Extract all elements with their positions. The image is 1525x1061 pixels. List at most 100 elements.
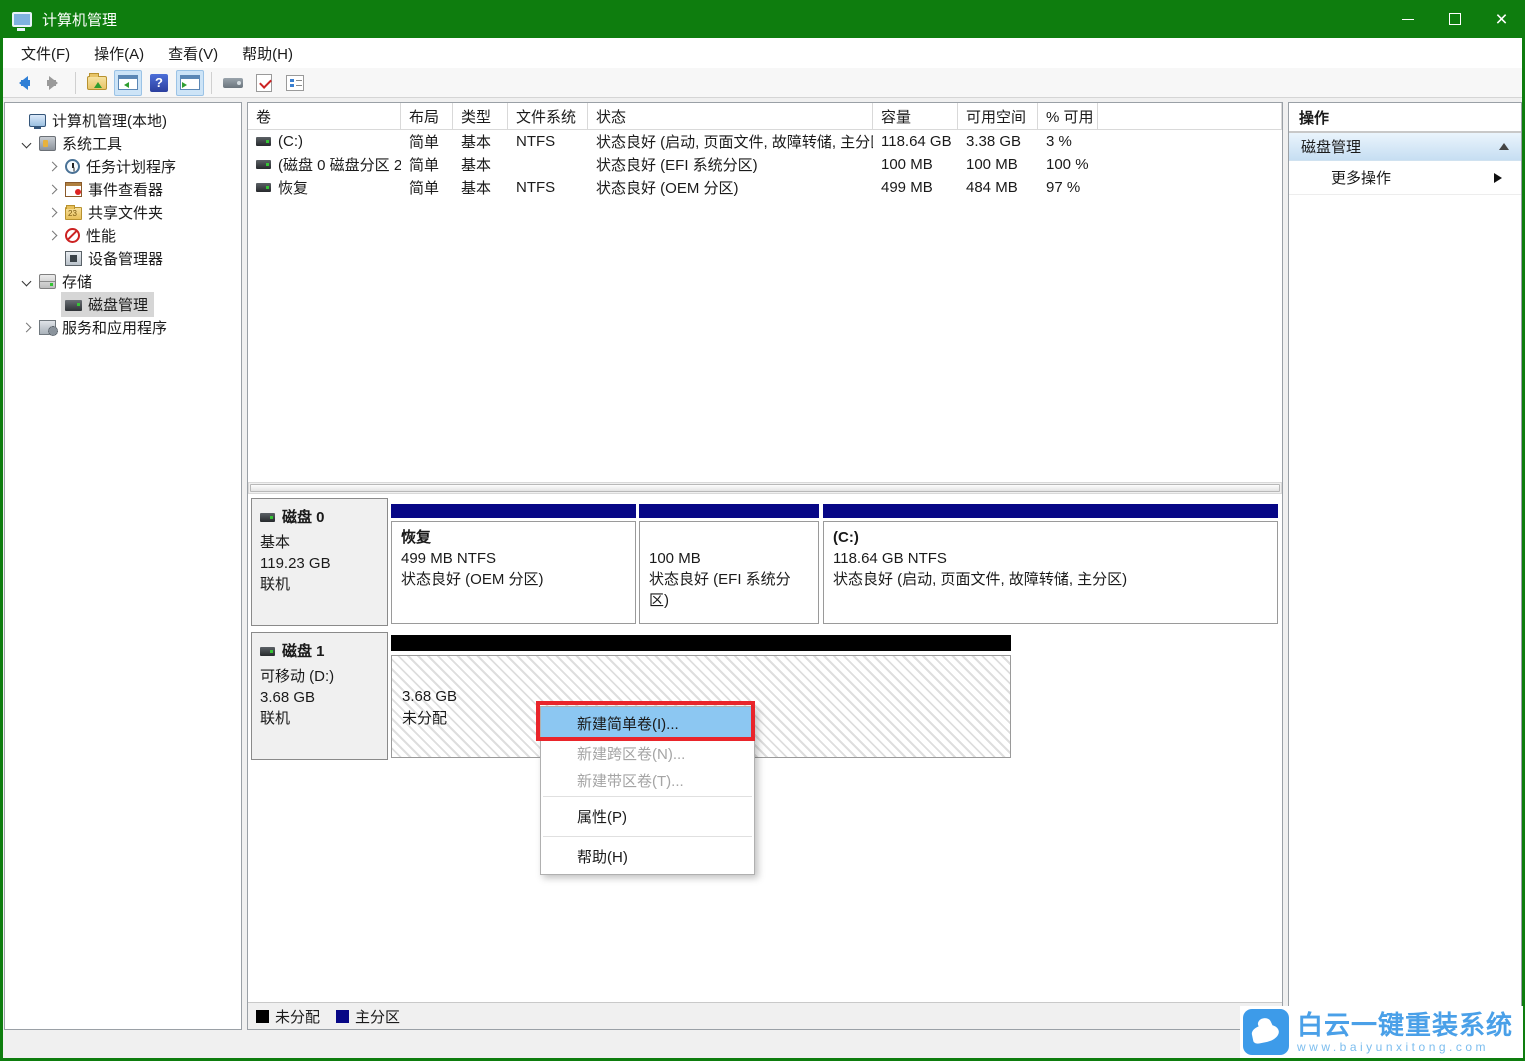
partition-info: 499 MB NTFS [401,548,626,569]
tree-item-label: 存储 [62,271,92,292]
back-button[interactable] [9,70,37,96]
disk-type: 可移动 (D:) [260,666,381,687]
disk-management-main-pane: 卷 布局 类型 文件系统 状态 容量 可用空间 % 可用 (C:) 简单 基本 … [247,102,1283,1030]
tree-item-label: 任务计划程序 [86,156,176,177]
chevron-down-icon[interactable] [21,277,31,287]
partition-status: 状态良好 (EFI 系统分区) [649,569,809,611]
volume-free-space: 100 MB [958,153,1038,176]
column-capacity[interactable]: 容量 [873,103,958,129]
menu-help[interactable]: 帮助(H) [230,39,305,68]
services-icon [39,320,56,335]
checklist-button[interactable] [281,70,309,96]
checklist-icon [286,75,304,91]
toggle-console-tree-button[interactable] [114,70,142,96]
chevron-right-icon[interactable] [47,185,57,195]
tree-item-label: 磁盘管理 [88,294,148,315]
help-button[interactable]: ? [145,70,173,96]
volume-status: 状态良好 (启动, 页面文件, 故障转储, 主分区) [588,130,873,153]
menu-file[interactable]: 文件(F) [9,39,82,68]
maximize-icon [1449,13,1461,25]
column-percent-free[interactable]: % 可用 [1038,103,1098,129]
partition-recovery[interactable]: 恢复 499 MB NTFS 状态良好 (OEM 分区) [391,498,636,626]
menu-item-new-striped-volume: 新建带区卷(T)... [541,767,754,794]
check-document-icon [256,74,272,92]
chevron-down-icon[interactable] [21,139,31,149]
watermark-title: 白云一键重装系统 [1297,1010,1513,1040]
tree-item-computer-management[interactable]: 计算机管理(本地) [5,109,241,132]
horizontal-scrollbar[interactable] [248,482,1282,494]
tree-item-system-tools[interactable]: 系统工具 [5,132,241,155]
partition-c[interactable]: (C:) 118.64 GB NTFS 状态良好 (启动, 页面文件, 故障转储… [823,498,1278,626]
forward-button[interactable] [40,70,68,96]
volume-row-c[interactable]: (C:) 简单 基本 NTFS 状态良好 (启动, 页面文件, 故障转储, 主分… [248,130,1282,153]
tree-item-storage[interactable]: 存储 [5,270,241,293]
toggle-action-pane-button[interactable] [176,70,204,96]
minimize-button[interactable] [1384,0,1431,38]
watermark: 白云一键重装系统 www.baiyunxitong.com [1240,1006,1523,1058]
tree-item-task-scheduler[interactable]: 任务计划程序 [5,155,241,178]
unallocated-label: 未分配 [402,708,457,730]
column-type[interactable]: 类型 [453,103,508,129]
bird-logo-icon [1243,1009,1289,1055]
column-layout[interactable]: 布局 [401,103,453,129]
tree-item-event-viewer[interactable]: 事件查看器 [5,178,241,201]
device-manager-icon [65,251,82,266]
disk-management-icon [65,300,82,311]
actions-title: 操作 [1289,103,1521,133]
close-button[interactable]: × [1478,0,1525,38]
volume-percent-free: 100 % [1038,153,1098,176]
chevron-right-icon[interactable] [47,162,57,172]
folder-up-icon [87,76,107,90]
chevron-right-icon[interactable] [21,323,31,333]
disk-tool-button[interactable] [219,70,247,96]
volume-row-efi[interactable]: (磁盘 0 磁盘分区 2) 简单 基本 状态良好 (EFI 系统分区) 100 … [248,153,1282,176]
volume-status: 状态良好 (EFI 系统分区) [588,153,873,176]
volume-free-space: 3.38 GB [958,130,1038,153]
tree-item-shared-folders[interactable]: 共享文件夹 [5,201,241,224]
partition-name: 恢复 [401,527,626,548]
tree-item-services-applications[interactable]: 服务和应用程序 [5,316,241,339]
volume-capacity: 118.64 GB [873,130,958,153]
column-status[interactable]: 状态 [588,103,873,129]
tree-item-label: 设备管理器 [88,248,163,269]
up-level-button[interactable] [83,70,111,96]
menu-item-help[interactable]: 帮助(H) [541,839,754,874]
menu-action[interactable]: 操作(A) [82,39,156,68]
tree-item-disk-management[interactable]: 磁盘管理 [5,293,241,316]
scrollbar-thumb[interactable] [250,484,1280,492]
event-viewer-icon [65,182,82,197]
disk-0-label[interactable]: 磁盘 0 基本 119.23 GB 联机 [251,498,388,626]
menu-item-new-simple-volume[interactable]: 新建简单卷(I)... [541,707,754,740]
volume-row-recovery[interactable]: 恢复 简单 基本 NTFS 状态良好 (OEM 分区) 499 MB 484 M… [248,176,1282,199]
menu-bar: 文件(F) 操作(A) 查看(V) 帮助(H) [3,38,1522,68]
chevron-right-icon[interactable] [47,208,57,218]
collapse-section-icon[interactable] [1499,138,1509,150]
more-actions-item[interactable]: 更多操作 [1289,161,1521,195]
menu-view[interactable]: 查看(V) [156,39,230,68]
tree-item-label: 事件查看器 [88,179,163,200]
partition-efi[interactable]: 100 MB 状态良好 (EFI 系统分区) [639,498,819,626]
disk-tool-icon [223,78,243,88]
actions-section-disk-management[interactable]: 磁盘管理 [1289,133,1521,161]
shared-folders-icon [65,207,82,220]
tree-item-label: 共享文件夹 [88,202,163,223]
maximize-button[interactable] [1431,0,1478,38]
column-volume[interactable]: 卷 [248,103,401,129]
column-free-space[interactable]: 可用空间 [958,103,1038,129]
column-filesystem[interactable]: 文件系统 [508,103,588,129]
volume-layout: 简单 [401,153,453,176]
menu-item-properties[interactable]: 属性(P) [541,799,754,834]
volume-status: 状态良好 (OEM 分区) [588,176,873,199]
unallocated-bar [391,635,1011,651]
storage-icon [39,274,56,289]
disk-1-label[interactable]: 磁盘 1 可移动 (D:) 3.68 GB 联机 [251,632,388,760]
unallocated-legend-label: 未分配 [275,1006,320,1027]
chevron-right-icon[interactable] [47,231,57,241]
volume-table-header: 卷 布局 类型 文件系统 状态 容量 可用空间 % 可用 [248,103,1282,130]
volume-name: 恢复 [278,177,308,198]
check-document-button[interactable] [250,70,278,96]
actions-section-label: 磁盘管理 [1301,136,1361,157]
tree-item-device-manager[interactable]: 设备管理器 [5,247,241,270]
tree-item-performance[interactable]: 性能 [5,224,241,247]
action-pane-icon [180,75,200,90]
